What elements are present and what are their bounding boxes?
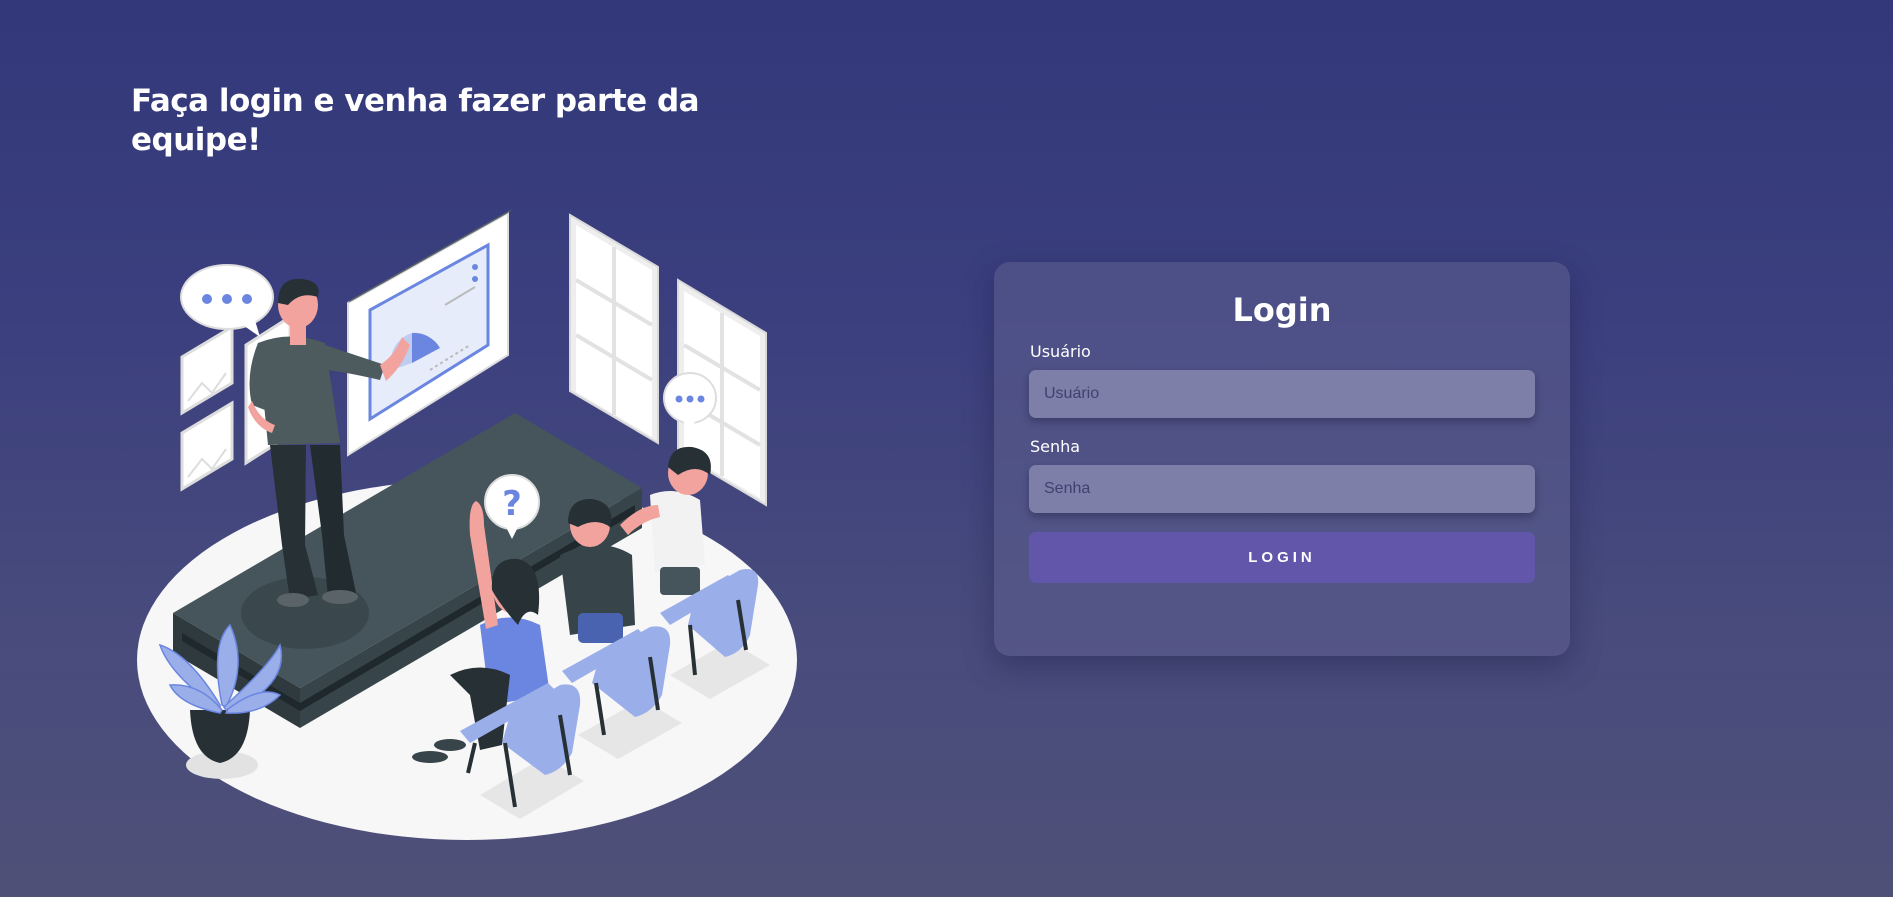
login-button[interactable]: LOGIN (1029, 532, 1535, 583)
password-label: Senha (1030, 437, 1081, 456)
classroom-presentation-illustration: ? (137, 209, 797, 840)
page-headline: Faça login e venha fazer parte da equipe… (131, 83, 700, 158)
speech-bubble-icon (180, 264, 274, 337)
window-right-icon (569, 213, 659, 445)
password-input[interactable] (1029, 465, 1535, 513)
login-title: Login (1232, 291, 1332, 329)
login-card: Login Usuário Senha LOGIN (994, 262, 1570, 656)
presentation-board-icon (347, 209, 512, 457)
username-label: Usuário (1030, 342, 1091, 361)
username-input[interactable] (1029, 370, 1535, 418)
question-mark-label: ? (502, 484, 522, 524)
